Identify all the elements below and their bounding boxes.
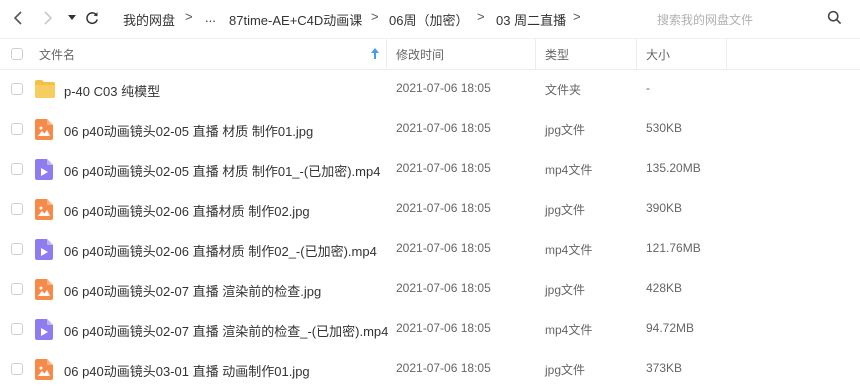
table-row[interactable]: 06 p40动画镜头02-05 直播 材质 制作01_-(已加密).mp4 20… xyxy=(0,149,860,189)
video-file-icon xyxy=(35,159,53,180)
forward-button[interactable] xyxy=(38,8,58,28)
breadcrumb-item-current[interactable]: 03 周二直播 xyxy=(496,10,566,29)
refresh-button[interactable] xyxy=(82,8,102,28)
caret-down-icon xyxy=(68,15,76,20)
table-row[interactable]: p-40 C03 纯模型 2021-07-06 18:05 文件夹 - xyxy=(0,69,860,109)
file-name[interactable]: 06 p40动画镜头02-05 直播 材质 制作01_-(已加密).mp4 xyxy=(64,161,380,180)
file-modified-time: 2021-07-06 18:05 xyxy=(396,121,491,135)
breadcrumb-item-ellipsis[interactable]: ... xyxy=(205,10,216,25)
file-size: 390KB xyxy=(646,201,683,215)
chevron-left-icon xyxy=(13,11,22,25)
select-all-checkbox[interactable] xyxy=(11,48,23,60)
breadcrumb-separator: > xyxy=(185,9,193,24)
refresh-icon xyxy=(86,12,98,25)
file-type: jpg文件 xyxy=(545,363,586,377)
file-type: jpg文件 xyxy=(545,203,586,217)
file-size: 94.72MB xyxy=(646,321,695,335)
row-checkbox[interactable] xyxy=(11,203,23,215)
file-type: mp4文件 xyxy=(545,323,593,337)
breadcrumb-separator: > xyxy=(477,9,485,24)
breadcrumb-separator: > xyxy=(573,9,581,24)
column-divider[interactable] xyxy=(636,39,637,69)
column-header-modified[interactable]: 修改时间 xyxy=(396,46,444,63)
breadcrumb-item-course[interactable]: 87time-AE+C4D动画课 xyxy=(229,10,362,29)
column-divider[interactable] xyxy=(535,39,536,69)
breadcrumb-item-week[interactable]: 06周（加密） xyxy=(389,10,468,29)
row-checkbox[interactable] xyxy=(11,323,23,335)
column-header-size[interactable]: 大小 xyxy=(646,46,670,63)
table-row[interactable]: 06 p40动画镜头02-07 直播 渲染前的检查_-(已加密).mp4 202… xyxy=(0,309,860,349)
column-header-name[interactable]: 文件名 xyxy=(39,46,75,63)
breadcrumb-separator: > xyxy=(371,9,379,24)
file-type: 文件夹 xyxy=(545,83,582,97)
file-type: jpg文件 xyxy=(545,123,586,137)
image-file-icon xyxy=(35,279,53,300)
search-placeholder: 搜索我的网盘文件 xyxy=(657,13,754,27)
row-checkbox[interactable] xyxy=(11,163,23,175)
file-type: jpg文件 xyxy=(545,283,586,297)
video-file-icon xyxy=(35,319,53,340)
file-modified-time: 2021-07-06 18:05 xyxy=(396,161,491,175)
image-file-icon xyxy=(35,359,53,380)
table-row[interactable]: 06 p40动画镜头03-01 直播 动画制作01.jpg 2021-07-06… xyxy=(0,349,860,389)
file-type: mp4文件 xyxy=(545,163,593,177)
file-size: 428KB xyxy=(646,281,683,295)
file-size: 373KB xyxy=(646,361,683,375)
search-box[interactable]: 搜索我的网盘文件 xyxy=(645,4,850,32)
file-name[interactable]: 06 p40动画镜头02-07 直播 渲染前的检查_-(已加密).mp4 xyxy=(64,321,388,340)
file-name[interactable]: 06 p40动画镜头02-06 直播材质 制作02_-(已加密).mp4 xyxy=(64,241,377,260)
table-row[interactable]: 06 p40动画镜头02-06 直播材质 制作02.jpg 2021-07-06… xyxy=(0,189,860,229)
file-name[interactable]: 06 p40动画镜头02-07 直播 渲染前的检查.jpg xyxy=(64,281,321,300)
file-modified-time: 2021-07-06 18:05 xyxy=(396,361,491,375)
file-modified-time: 2021-07-06 18:05 xyxy=(396,281,491,295)
breadcrumb-item-root[interactable]: 我的网盘 xyxy=(123,10,175,29)
file-modified-time: 2021-07-06 18:05 xyxy=(396,321,491,335)
row-checkbox[interactable] xyxy=(11,363,23,375)
file-size: 135.20MB xyxy=(646,161,701,175)
toolbar: 我的网盘 > ... 87time-AE+C4D动画课 > 06周（加密） > … xyxy=(0,0,860,36)
folder-icon xyxy=(35,80,55,98)
table-row[interactable]: 06 p40动画镜头02-05 直播 材质 制作01.jpg 2021-07-0… xyxy=(0,109,860,149)
chevron-right-icon xyxy=(44,11,53,25)
file-type: mp4文件 xyxy=(545,243,593,257)
row-checkbox[interactable] xyxy=(11,283,23,295)
column-header-type[interactable]: 类型 xyxy=(545,46,569,63)
file-name[interactable]: 06 p40动画镜头02-05 直播 材质 制作01.jpg xyxy=(64,121,313,140)
file-size: 530KB xyxy=(646,121,683,135)
file-name[interactable]: p-40 C03 纯模型 xyxy=(64,81,160,100)
table-header: 文件名 修改时间 类型 大小 xyxy=(0,38,860,70)
column-divider[interactable] xyxy=(386,39,387,69)
video-file-icon xyxy=(35,239,53,260)
file-modified-time: 2021-07-06 18:05 xyxy=(396,81,491,95)
file-modified-time: 2021-07-06 18:05 xyxy=(396,241,491,255)
file-size: - xyxy=(646,81,650,95)
row-checkbox[interactable] xyxy=(11,83,23,95)
sort-ascending-icon[interactable] xyxy=(371,47,379,62)
row-checkbox[interactable] xyxy=(11,123,23,135)
table-row[interactable]: 06 p40动画镜头02-06 直播材质 制作02_-(已加密).mp4 202… xyxy=(0,229,860,269)
image-file-icon xyxy=(35,119,53,140)
history-dropdown-button[interactable] xyxy=(62,8,82,28)
back-button[interactable] xyxy=(8,8,28,28)
search-icon[interactable] xyxy=(827,10,842,28)
image-file-icon xyxy=(35,199,53,220)
row-checkbox[interactable] xyxy=(11,243,23,255)
file-size: 121.76MB xyxy=(646,241,701,255)
file-modified-time: 2021-07-06 18:05 xyxy=(396,201,491,215)
file-name[interactable]: 06 p40动画镜头03-01 直播 动画制作01.jpg xyxy=(64,361,310,380)
table-row[interactable]: 06 p40动画镜头02-07 直播 渲染前的检查.jpg 2021-07-06… xyxy=(0,269,860,309)
column-divider[interactable] xyxy=(726,39,727,69)
file-name[interactable]: 06 p40动画镜头02-06 直播材质 制作02.jpg xyxy=(64,201,310,220)
